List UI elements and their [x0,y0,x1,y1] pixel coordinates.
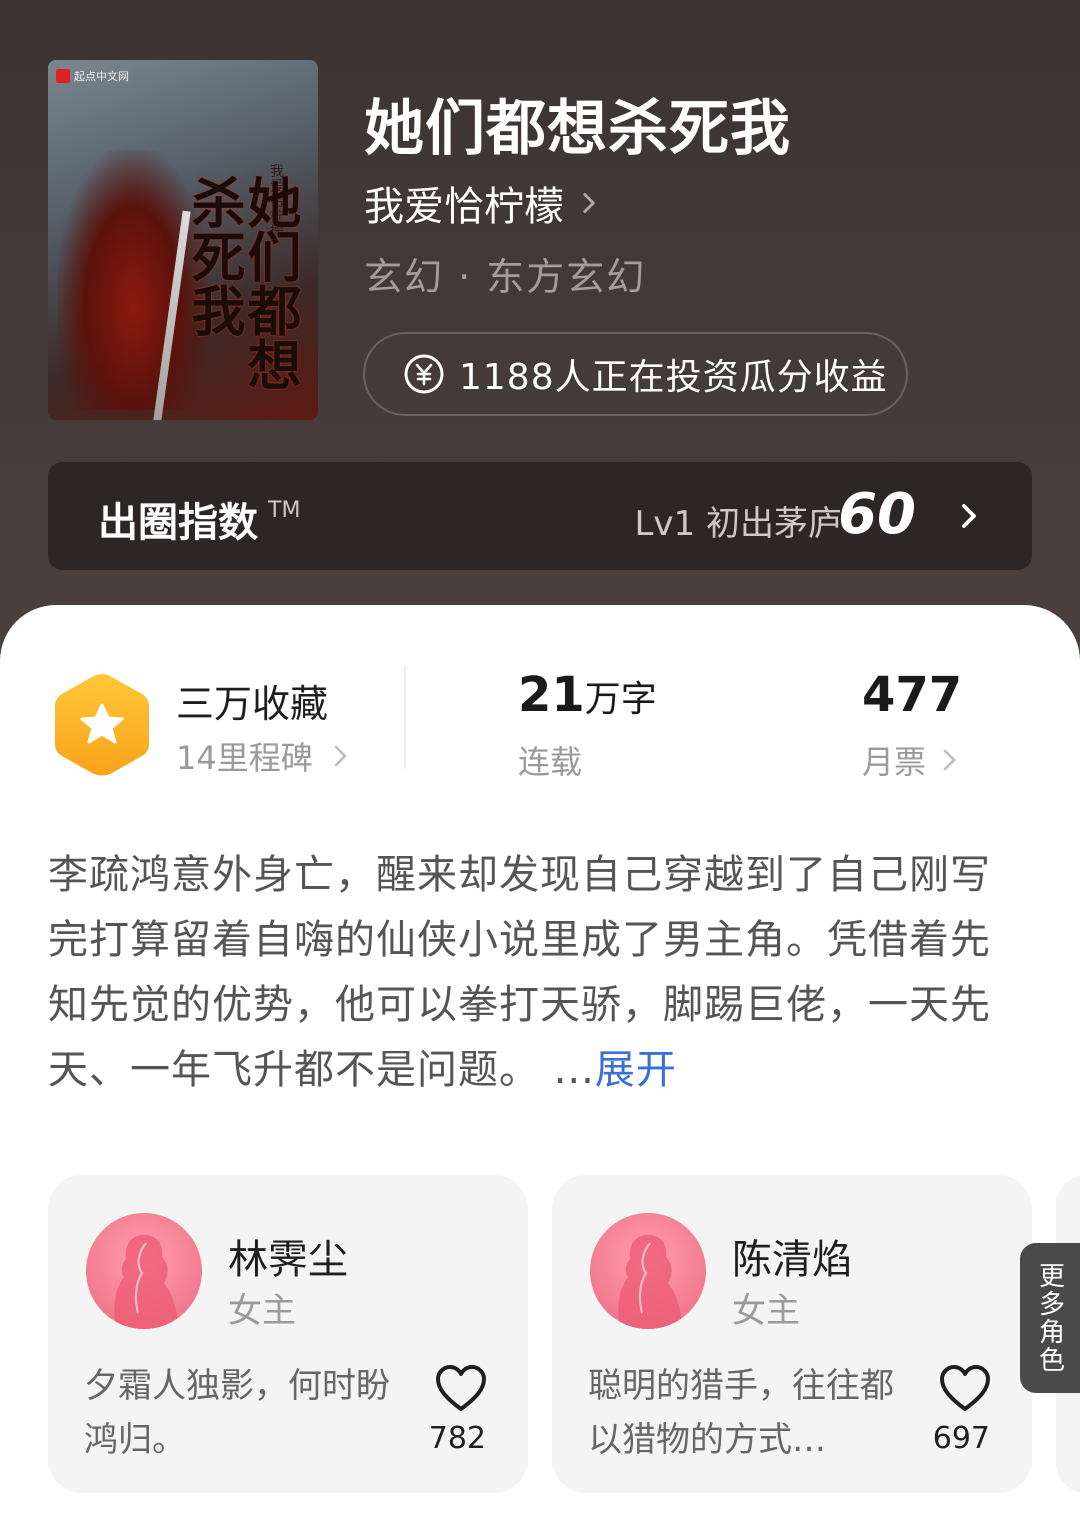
heart-outline-icon[interactable] [434,1363,488,1413]
index-score: 60 [838,482,916,547]
collect-title: 三万收藏 [176,682,329,726]
index-level: Lv1 初出茅庐 [634,504,842,544]
character-desc: 聪明的猎手，往往都以猎物的方式… [588,1366,894,1460]
character-name: 林霁尘 [228,1237,348,1283]
monthly-votes-count: 477 [862,667,963,723]
genre-label: 玄幻 · 东方玄幻 [364,255,647,299]
chevron-right-icon [943,749,956,771]
character-role: 女主 [228,1291,296,1331]
milestone-link[interactable]: 14里程碑 [176,733,351,779]
index-label: 出圈指数 [98,500,258,546]
cover-publisher-label: 起点中文网 [74,70,129,83]
book-title: 她们都想杀死我 [364,94,791,164]
stats-row: 三万收藏 14里程碑 21万字 连载 477 月票 [0,605,1080,805]
detail-sheet: 三万收藏 14里程碑 21万字 连载 477 月票 李疏鸿意外身亡，醒来却发现自… [0,605,1080,1525]
serial-status: 连载 [518,743,583,781]
invest-text: 1188人正在投资瓜分收益 [459,357,888,398]
cover-publisher: 起点中文网 [56,68,129,84]
avatar [86,1213,202,1329]
publisher-logo-icon [56,69,70,83]
star-hexagon-icon [55,674,149,776]
chevron-right-icon [583,192,595,214]
silhouette-icon [618,1235,682,1329]
like-count: 697 [932,1421,990,1456]
expand-button[interactable]: 展开 [595,1047,677,1093]
like-count: 782 [428,1421,486,1456]
stats-divider [404,665,406,769]
silhouette-icon [114,1235,178,1329]
chevron-right-icon [962,504,976,528]
synopsis: 李疏鸿意外身亡，醒来却发现自己穿越到了自己刚写完打算留着自嗨的仙侠小说里成了男主… [48,843,1008,1103]
word-count-number: 21 [518,667,585,723]
character-desc: 夕霜人独影，何时盼鸿归。 [84,1366,390,1460]
word-count-unit: 万字 [584,679,657,720]
invest-button[interactable]: 1188人正在投资瓜分收益 [363,332,908,416]
author-name: 我爱恰柠檬 [364,184,564,230]
character-card[interactable]: 陈清焰 女主 聪明的猎手，往往都以猎物的方式… 697 [552,1175,1032,1493]
popularity-index-bar[interactable]: 出圈指数 TM Lv1 初出茅庐 60 [48,462,1032,570]
synopsis-text: 李疏鸿意外身亡，醒来却发现自己穿越到了自己刚写完打算留着自嗨的仙侠小说里成了男主… [48,852,991,1093]
milestone-label: 14里程碑 [176,739,313,777]
monthly-votes-link[interactable]: 月票 [862,737,960,783]
index-trademark: TM [268,498,301,523]
chevron-right-icon [334,745,347,767]
more-roles-button[interactable]: 更多角色 [1020,1243,1080,1393]
more-roles-label: 更多角色 [1034,1262,1065,1374]
cover-title: 她们都想杀死我 [182,175,302,391]
avatar [590,1213,706,1329]
heart-outline-icon[interactable] [938,1363,992,1413]
monthly-votes-label: 月票 [862,743,927,781]
book-cover[interactable]: 起点中文网 我爱恰柠檬 她们都想杀死我 [48,60,318,420]
character-card[interactable]: 林霁尘 女主 夕霜人独影，何时盼鸿归。 782 [48,1175,528,1493]
word-count: 21万字 [518,667,657,723]
character-role: 女主 [732,1291,800,1331]
yen-coin-icon [404,354,444,394]
author-link[interactable]: 我爱恰柠檬 [364,174,602,232]
character-name: 陈清焰 [732,1237,852,1283]
